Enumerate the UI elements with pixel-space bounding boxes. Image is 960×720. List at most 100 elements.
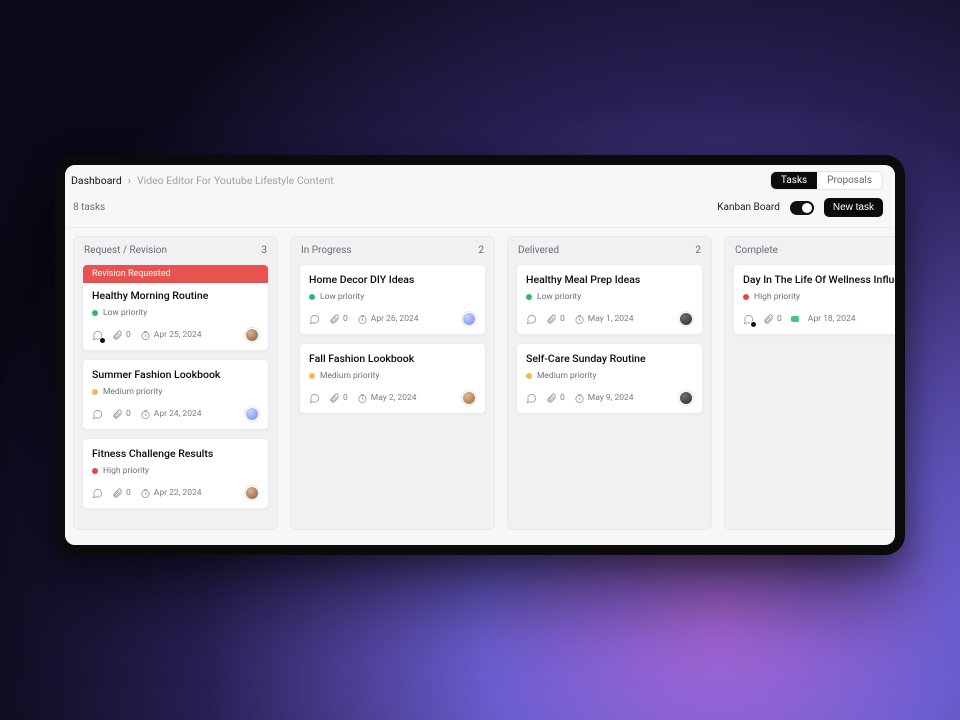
priority-dot-icon	[526, 373, 532, 379]
attachment-icon	[546, 393, 557, 404]
due-date: May 2, 2024	[371, 393, 417, 403]
column-delivered: Delivered 2 Healthy Meal Prep Ideas Low …	[507, 236, 712, 530]
column-request-revision: Request / Revision 3 Revision Requested …	[73, 236, 278, 530]
task-card[interactable]: Revision Requested Healthy Morning Routi…	[82, 264, 269, 351]
attachment-count: 0	[343, 393, 348, 403]
new-task-button[interactable]: New task	[824, 198, 883, 217]
task-card[interactable]: Fitness Challenge Results High priority …	[82, 438, 269, 509]
task-title: Healthy Meal Prep Ideas	[526, 273, 693, 286]
attachment-count: 0	[777, 314, 782, 324]
due-date: Apr 25, 2024	[154, 330, 202, 340]
comment-icon	[526, 393, 537, 404]
kanban-toggle[interactable]	[790, 201, 814, 215]
priority-dot-icon	[92, 468, 98, 474]
priority-label: Low priority	[320, 292, 364, 302]
clock-icon	[357, 393, 368, 404]
priority-dot-icon	[92, 389, 98, 395]
assignee-avatar[interactable]	[679, 312, 693, 326]
attachment-icon	[329, 393, 340, 404]
due-date: Apr 26, 2024	[371, 314, 419, 324]
attachment-count: 0	[560, 393, 565, 403]
attachment-icon	[112, 330, 123, 341]
column-complete: Complete Day In The Life Of Wellness Inf…	[724, 236, 895, 530]
clock-icon	[574, 393, 585, 404]
comment-icon	[92, 409, 103, 420]
priority-label: High priority	[103, 466, 149, 476]
priority-label: Medium priority	[103, 387, 162, 397]
column-title: Request / Revision	[84, 245, 167, 256]
assignee-avatar[interactable]	[679, 391, 693, 405]
column-title: Delivered	[518, 245, 559, 256]
clock-icon	[357, 314, 368, 325]
comment-icon	[526, 314, 537, 325]
task-card[interactable]: Self-Care Sunday Routine Medium priority…	[516, 343, 703, 414]
breadcrumb-root[interactable]: Dashboard	[71, 174, 122, 187]
assignee-avatar[interactable]	[462, 391, 476, 405]
priority-dot-icon	[309, 294, 315, 300]
attachment-icon	[112, 488, 123, 499]
clock-icon	[140, 409, 151, 420]
assignee-avatar[interactable]	[245, 486, 259, 500]
priority-label: High priority	[754, 292, 800, 302]
kanban-board: Request / Revision 3 Revision Requested …	[65, 228, 895, 548]
kanban-view-label: Kanban Board	[717, 202, 780, 213]
task-card[interactable]: Fall Fashion Lookbook Medium priority 0 …	[299, 343, 486, 414]
due-date: Apr 24, 2024	[154, 409, 202, 419]
due-date: Apr 18, 2024	[808, 314, 856, 324]
task-card[interactable]: Healthy Meal Prep Ideas Low priority 0 M…	[516, 264, 703, 335]
chevron-right-icon: ›	[128, 174, 131, 187]
toolbar: 8 tasks Kanban Board New task	[65, 194, 895, 227]
task-title: Healthy Morning Routine	[92, 289, 259, 302]
status-chip-icon	[791, 316, 799, 322]
comment-icon	[309, 393, 320, 404]
due-date: May 1, 2024	[588, 314, 634, 324]
attachment-count: 0	[126, 330, 131, 340]
comment-icon	[92, 488, 103, 499]
attachment-count: 0	[126, 488, 131, 498]
priority-label: Medium priority	[320, 371, 379, 381]
task-title: Home Decor DIY Ideas	[309, 273, 476, 286]
attachment-icon	[329, 314, 340, 325]
priority-label: Low priority	[103, 308, 147, 318]
top-bar: Dashboard › Video Editor For Youtube Lif…	[65, 165, 895, 194]
task-title: Fall Fashion Lookbook	[309, 352, 476, 365]
attachment-count: 0	[126, 409, 131, 419]
task-title: Fitness Challenge Results	[92, 447, 259, 460]
column-count: 2	[695, 245, 701, 256]
attachment-count: 0	[560, 314, 565, 324]
due-date: May 9, 2024	[588, 393, 634, 403]
column-title: In Progress	[301, 245, 352, 256]
task-title: Summer Fashion Lookbook	[92, 368, 259, 381]
breadcrumb: Dashboard › Video Editor For Youtube Lif…	[71, 174, 334, 187]
task-card[interactable]: Day In The Life Of Wellness Influencer H…	[733, 264, 895, 335]
task-card[interactable]: Home Decor DIY Ideas Low priority 0 Apr …	[299, 264, 486, 335]
assignee-avatar[interactable]	[245, 328, 259, 342]
task-count-label: 8 tasks	[73, 202, 105, 213]
due-date: Apr 22, 2024	[154, 488, 202, 498]
priority-label: Medium priority	[537, 371, 596, 381]
column-title: Complete	[735, 245, 778, 256]
comment-icon	[309, 314, 320, 325]
priority-label: Low priority	[537, 292, 581, 302]
priority-dot-icon	[309, 373, 315, 379]
tab-proposals[interactable]: Proposals	[817, 172, 882, 189]
app-window: Dashboard › Video Editor For Youtube Lif…	[55, 155, 905, 555]
clock-icon	[140, 488, 151, 499]
priority-dot-icon	[526, 294, 532, 300]
breadcrumb-current[interactable]: Video Editor For Youtube Lifestyle Conte…	[137, 174, 334, 187]
task-card[interactable]: Summer Fashion Lookbook Medium priority …	[82, 359, 269, 430]
column-count: 3	[261, 245, 267, 256]
column-count: 2	[478, 245, 484, 256]
view-tabs: Tasks Proposals	[770, 171, 883, 190]
revision-banner: Revision Requested	[83, 265, 268, 283]
attachment-icon	[763, 314, 774, 325]
column-in-progress: In Progress 2 Home Decor DIY Ideas Low p…	[290, 236, 495, 530]
priority-dot-icon	[92, 310, 98, 316]
task-title: Self-Care Sunday Routine	[526, 352, 693, 365]
tab-tasks[interactable]: Tasks	[771, 172, 817, 189]
priority-dot-icon	[743, 294, 749, 300]
attachment-icon	[112, 409, 123, 420]
attachment-count: 0	[343, 314, 348, 324]
assignee-avatar[interactable]	[462, 312, 476, 326]
assignee-avatar[interactable]	[245, 407, 259, 421]
